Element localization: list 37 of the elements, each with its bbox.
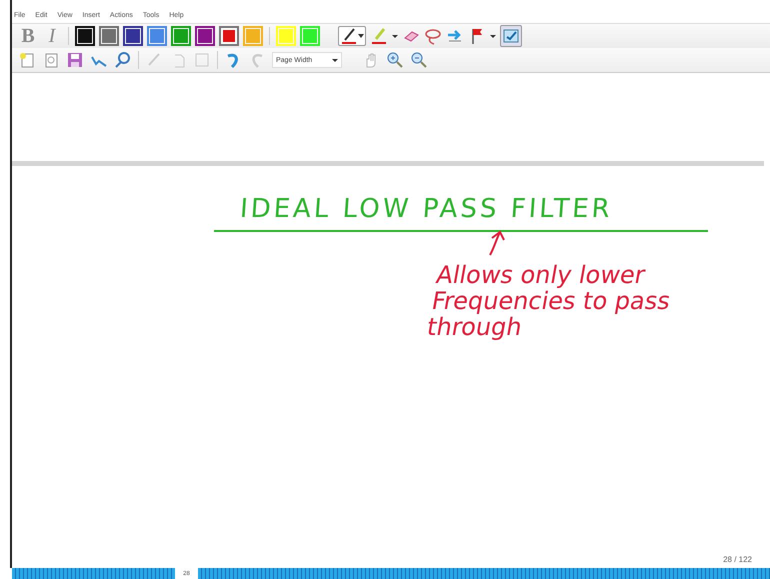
handwritten-note: through — [425, 314, 524, 340]
highlighter-icon — [370, 27, 388, 45]
color-swatch[interactable] — [123, 26, 143, 46]
pen-button[interactable] — [338, 26, 366, 46]
lasso-button[interactable] — [424, 27, 442, 45]
square-icon — [193, 51, 211, 69]
color-swatch[interactable] — [219, 26, 239, 46]
highlighter-button[interactable] — [370, 27, 388, 45]
pen-icon — [340, 27, 358, 45]
color-swatch[interactable] — [99, 26, 119, 46]
color-swatch[interactable] — [276, 26, 296, 46]
caret-icon — [332, 58, 338, 62]
select-button[interactable] — [500, 25, 522, 47]
zoom-out-icon — [410, 51, 428, 69]
color-swatch[interactable] — [300, 26, 320, 46]
handwritten-note: Allows only lower — [434, 262, 648, 288]
handwritten-heading: IDEAL LOW PASS FILTER — [238, 194, 615, 224]
handwritten-note: Frequencies to pass — [430, 288, 674, 314]
color-swatch[interactable] — [147, 26, 167, 46]
new-page-icon — [18, 51, 36, 69]
color-swatch[interactable] — [243, 26, 263, 46]
caret-icon[interactable] — [392, 34, 398, 38]
page-counter: 28 / 122 — [723, 555, 752, 564]
zoom-out-button[interactable] — [410, 51, 428, 69]
selection-icon — [502, 27, 520, 45]
color-swatch[interactable] — [171, 26, 191, 46]
zoom-in-icon — [386, 51, 404, 69]
caret-icon[interactable] — [490, 34, 496, 38]
lasso-icon — [424, 27, 442, 45]
caret-icon — [358, 33, 364, 39]
color-swatch[interactable] — [75, 26, 95, 46]
zoom-in-button[interactable] — [386, 51, 404, 69]
save-button[interactable] — [66, 51, 84, 69]
new-note-button[interactable] — [18, 51, 36, 69]
find-button[interactable] — [114, 51, 132, 69]
color-swatch[interactable] — [195, 26, 215, 46]
search-icon — [114, 51, 132, 69]
